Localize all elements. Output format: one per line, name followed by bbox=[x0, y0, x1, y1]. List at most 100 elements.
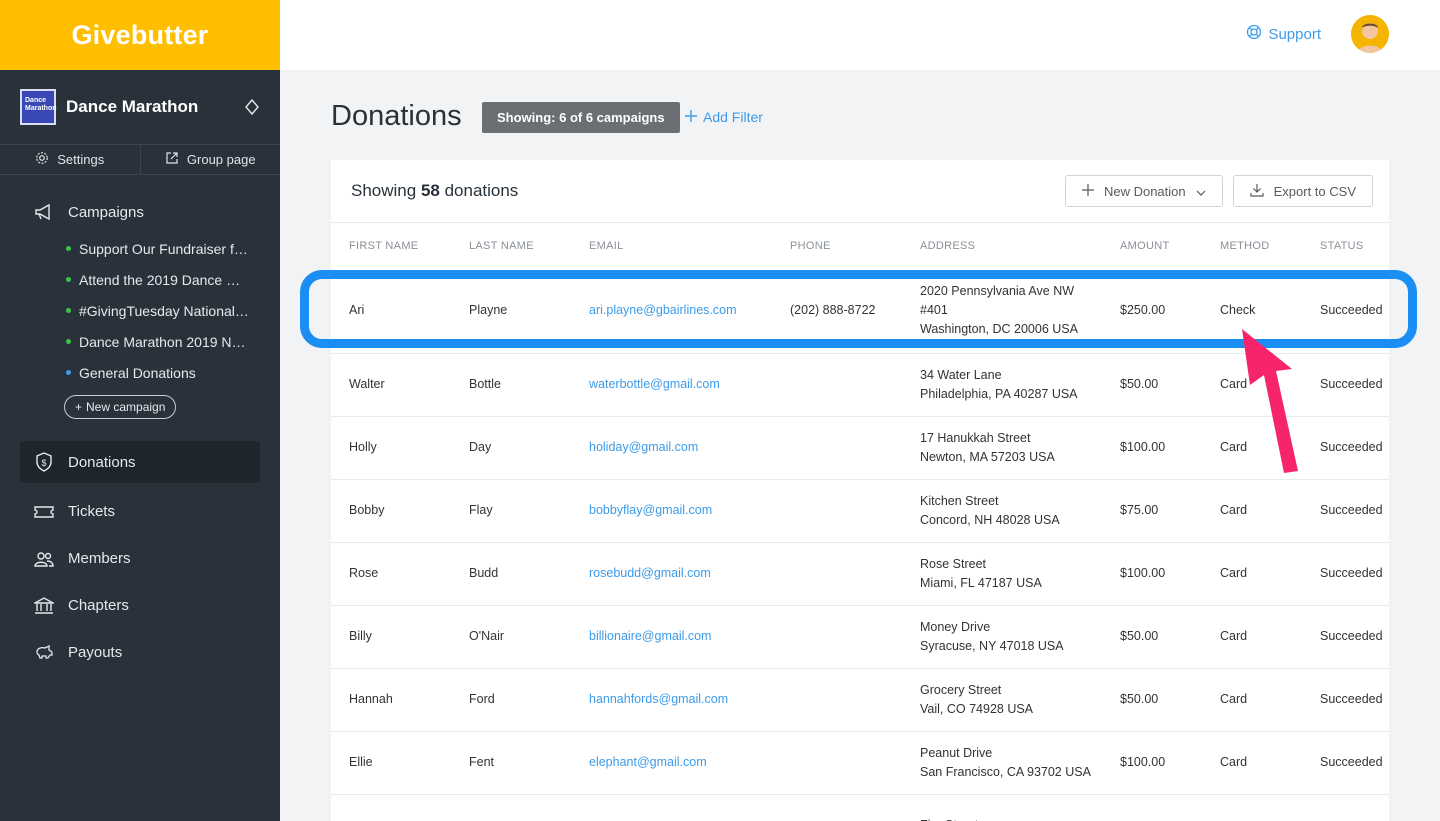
chevron-updown-icon[interactable] bbox=[244, 99, 260, 115]
column-header[interactable]: METHOD bbox=[1202, 223, 1302, 269]
campaign-label: Support Our Fundraiser for… bbox=[79, 240, 251, 257]
nav-chapters[interactable]: Chapters bbox=[0, 582, 280, 629]
cell-email[interactable]: elephant@gmail.com bbox=[571, 730, 772, 794]
column-header[interactable]: EMAIL bbox=[571, 223, 772, 269]
add-filter-label: Add Filter bbox=[703, 109, 763, 125]
address-line: Newton, MA 57203 USA bbox=[920, 449, 1055, 464]
group-page-label: Group page bbox=[186, 152, 256, 167]
cell-email[interactable] bbox=[571, 793, 772, 821]
cell-address: Fire Street bbox=[902, 793, 1102, 821]
settings-link[interactable]: Settings bbox=[0, 145, 140, 174]
org-name: Dance Marathon bbox=[66, 97, 199, 116]
column-header[interactable]: PHONE bbox=[772, 223, 902, 269]
cell-method: Card bbox=[1202, 667, 1302, 731]
address-line: Washington, DC 20006 USA bbox=[920, 322, 1078, 337]
cell-email[interactable]: holiday@gmail.com bbox=[571, 415, 772, 479]
table-row[interactable]: Billy O'Nair billionaire@gmail.com Money Dr… bbox=[331, 604, 1389, 668]
givebutter-logo[interactable]: Givebutter bbox=[71, 20, 208, 51]
address-line: Syracuse, NY 47018 USA bbox=[920, 638, 1064, 653]
cell-first: Ellie bbox=[331, 730, 451, 794]
nav-campaigns[interactable]: Campaigns bbox=[0, 191, 280, 233]
table-row[interactable]: Holly Day holiday@gmail.com 17 Hanukkah Str… bbox=[331, 415, 1389, 479]
table-header-row: FIRST NAME LAST NAME EMAIL PHONE ADDRESS AMOU… bbox=[331, 223, 1389, 269]
campaign-item[interactable]: Support Our Fundraiser for… bbox=[66, 233, 280, 264]
megaphone-icon bbox=[34, 202, 54, 222]
new-campaign-button[interactable]: + New campaign bbox=[64, 395, 177, 419]
cell-email[interactable]: waterbottle@gmail.com bbox=[571, 352, 772, 416]
cell-address: Peanut Drive San Francisco, CA 93702 USA bbox=[902, 730, 1102, 794]
table-row[interactable]: Rose Budd rosebudd@gmail.com Rose Street Mia… bbox=[331, 541, 1389, 605]
nav-members-label: Members bbox=[68, 550, 131, 567]
user-avatar[interactable] bbox=[1351, 15, 1389, 53]
cell-last: Ford bbox=[451, 667, 571, 731]
nav-payouts[interactable]: Payouts bbox=[0, 629, 280, 676]
external-link-icon bbox=[165, 151, 179, 168]
nav-members[interactable]: Members bbox=[0, 535, 280, 582]
address-line: Miami, FL 47187 USA bbox=[920, 575, 1042, 590]
cell-status: Succeeded bbox=[1302, 667, 1389, 731]
cell-status bbox=[1302, 793, 1389, 821]
column-header[interactable]: ADDRESS bbox=[902, 223, 1102, 269]
cell-last: Flay bbox=[451, 478, 571, 542]
nav-tickets[interactable]: Tickets bbox=[0, 488, 280, 535]
piggy-bank-icon bbox=[34, 643, 54, 663]
campaign-label: Dance Marathon 2019 Nati… bbox=[79, 333, 251, 350]
column-header[interactable]: STATUS bbox=[1302, 223, 1389, 269]
cell-status: Succeeded bbox=[1302, 478, 1389, 542]
cell-email[interactable]: bobbyflay@gmail.com bbox=[571, 478, 772, 542]
status-dot-icon bbox=[66, 277, 71, 282]
cell-email[interactable]: billionaire@gmail.com bbox=[571, 604, 772, 668]
nav-donations[interactable]: $ Donations bbox=[20, 441, 260, 483]
cell-amount: $50.00 bbox=[1102, 352, 1202, 416]
cell-phone bbox=[772, 667, 902, 731]
users-icon bbox=[34, 549, 54, 569]
address-line: Fire Street bbox=[920, 816, 1102, 821]
column-header[interactable]: AMOUNT bbox=[1102, 223, 1202, 269]
table-row[interactable]: Ari Playne ari.playne@gbairlines.com (202) … bbox=[331, 269, 1389, 353]
table-row[interactable]: Walter Bottle waterbottle@gmail.com 34 Wate… bbox=[331, 352, 1389, 416]
donations-table: FIRST NAME LAST NAME EMAIL PHONE ADDRESS AMOU… bbox=[331, 223, 1389, 821]
svg-text:$: $ bbox=[41, 458, 46, 468]
cell-phone bbox=[772, 415, 902, 479]
address-line: Philadelphia, PA 40287 USA bbox=[920, 386, 1078, 401]
cell-amount: $50.00 bbox=[1102, 667, 1202, 731]
export-csv-button[interactable]: Export to CSV bbox=[1232, 175, 1373, 207]
column-header[interactable]: LAST NAME bbox=[451, 223, 571, 269]
table-row[interactable]: Bobby Flay bobbyflay@gmail.com Kitchen Stre… bbox=[331, 478, 1389, 542]
support-link[interactable]: Support bbox=[1246, 24, 1321, 44]
cell-status: Succeeded bbox=[1302, 541, 1389, 605]
campaign-item[interactable]: #GivingTuesday National F… bbox=[66, 295, 280, 326]
cell-email[interactable]: rosebudd@gmail.com bbox=[571, 541, 772, 605]
campaign-label: Attend the 2019 Dance Mar… bbox=[79, 271, 251, 288]
new-donation-button[interactable]: New Donation bbox=[1064, 175, 1223, 207]
add-filter-button[interactable]: Add Filter bbox=[685, 109, 763, 125]
ticket-icon bbox=[34, 502, 54, 522]
brand-header[interactable]: Givebutter bbox=[0, 0, 280, 70]
table-row[interactable]: Ellie Fent elephant@gmail.com Peanut Drive S… bbox=[331, 730, 1389, 794]
cell-amount: $100.00 bbox=[1102, 541, 1202, 605]
table-row[interactable]: Fire Street bbox=[331, 793, 1389, 821]
campaign-item[interactable]: General Donations bbox=[66, 357, 280, 388]
table-row[interactable]: Hannah Ford hannahfords@gmail.com Grocery S… bbox=[331, 667, 1389, 731]
org-switcher[interactable]: Dance Marathon Dance Marathon bbox=[0, 70, 280, 145]
cell-status: Succeeded bbox=[1302, 352, 1389, 416]
cell-first: Bobby bbox=[331, 478, 451, 542]
status-dot-icon bbox=[66, 370, 71, 375]
status-dot-icon bbox=[66, 246, 71, 251]
campaign-item[interactable]: Dance Marathon 2019 Nati… bbox=[66, 326, 280, 357]
campaign-item[interactable]: Attend the 2019 Dance Mar… bbox=[66, 264, 280, 295]
cell-last: Bottle bbox=[451, 352, 571, 416]
group-page-link[interactable]: Group page bbox=[139, 145, 281, 174]
column-header[interactable]: FIRST NAME bbox=[331, 223, 451, 269]
cell-email[interactable]: ari.playne@gbairlines.com bbox=[571, 269, 772, 353]
cell-last: O'Nair bbox=[451, 604, 571, 668]
cell-last: Playne bbox=[469, 303, 508, 318]
cell-method: Card bbox=[1202, 604, 1302, 668]
cell-last: Budd bbox=[451, 541, 571, 605]
cell-address: Grocery Street Vail, CO 74928 USA bbox=[902, 667, 1102, 731]
campaign-filter-pill[interactable]: Showing: 6 of 6 campaigns bbox=[482, 102, 680, 133]
cell-first: Billy bbox=[331, 604, 451, 668]
cell-email[interactable]: hannahfords@gmail.com bbox=[571, 667, 772, 731]
cell-status: Succeeded bbox=[1320, 303, 1383, 318]
cell-phone bbox=[772, 478, 902, 542]
